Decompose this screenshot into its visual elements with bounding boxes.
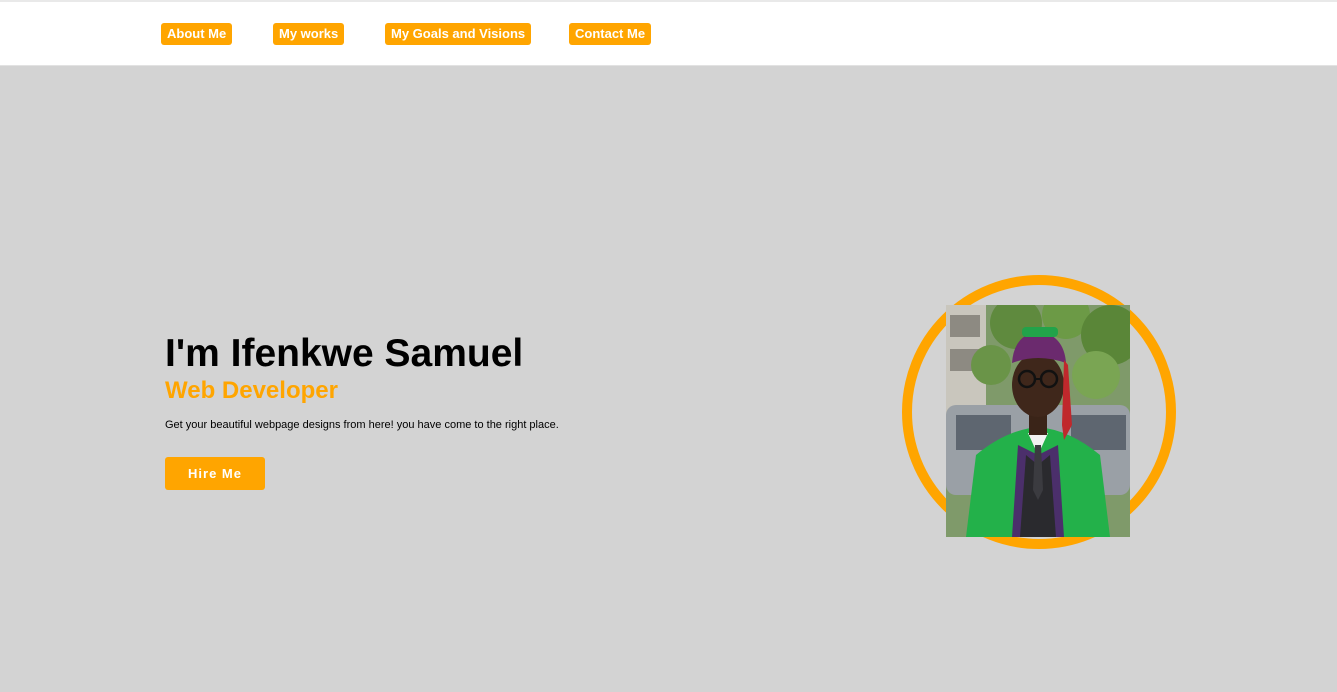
hire-me-button[interactable]: Hire Me [165,457,265,490]
nav-about-me-link[interactable]: About Me [161,23,233,45]
hero-role: Web Developer [165,377,338,404]
nav-my-works-link[interactable]: My works [273,23,345,45]
navbar: About Me My works My Goals and Visions C… [0,2,1337,66]
hero-title: I'm Ifenkwe Samuel [165,332,524,375]
nav-goals-visions-link[interactable]: My Goals and Visions [385,23,532,45]
avatar-photo [946,305,1130,537]
nav-contact-me-link[interactable]: Contact Me [569,23,652,45]
hero-description: Get your beautiful webpage designs from … [165,419,559,431]
